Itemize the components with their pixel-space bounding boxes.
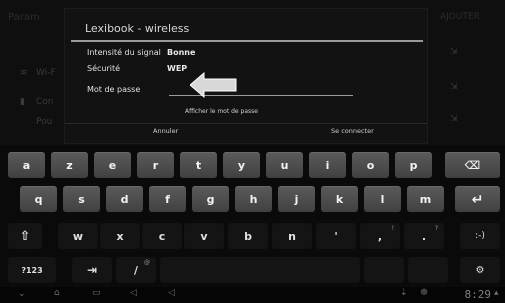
bg-lock-icon-3: ⇲ — [450, 114, 458, 124]
bg-wifi-fragment: AJOUTER — [440, 12, 480, 22]
wifi-icon: ≋ — [20, 68, 28, 78]
key-a[interactable]: a — [8, 152, 45, 178]
key-slash-label: / — [133, 263, 139, 277]
shift-key[interactable]: ⇧ — [8, 223, 42, 249]
security-label: Sécurité — [87, 64, 121, 73]
key-dash-1[interactable] — [364, 257, 404, 283]
key-period-label: . — [421, 229, 427, 243]
key-t[interactable]: t — [180, 152, 217, 178]
navigation-bar: ⌄ ⌂ ▭ ◁ ◁ ⇣ ☸ 8:29 ▴ — [0, 287, 505, 303]
key-period-sub: ? — [434, 225, 438, 232]
bg-item-2: Con — [36, 97, 54, 107]
key-e[interactable]: e — [94, 152, 131, 178]
backspace-key[interactable]: ⌫ — [445, 152, 500, 178]
key-period[interactable]: . ? — [404, 223, 444, 249]
android-icon: ☸ — [420, 288, 429, 298]
soft-keyboard: a z e r t y u i o p ⌫ q s d f g h j k l … — [0, 145, 505, 285]
show-password-checkbox[interactable]: Afficher le mot de passe — [185, 108, 258, 115]
key-k[interactable]: k — [321, 186, 358, 212]
bg-item-3: Pou — [36, 117, 53, 127]
dialog-title: Lexibook - wireless — [85, 22, 190, 35]
key-slash-sub: @ — [144, 259, 150, 266]
password-label: Mot de passe — [87, 85, 141, 94]
button-divider — [65, 123, 427, 124]
key-l[interactable]: l — [364, 186, 401, 212]
bg-item-2-icon: ▮ — [20, 97, 25, 107]
enter-key[interactable]: ↵ — [455, 186, 500, 212]
signal-icon: ▴ — [494, 288, 499, 298]
cancel-button[interactable]: Annuler — [149, 125, 182, 137]
key-o[interactable]: o — [352, 152, 389, 178]
clock: 8:29 — [464, 288, 492, 301]
key-m[interactable]: m — [407, 186, 444, 212]
connect-button[interactable]: Se connecter — [327, 125, 378, 137]
wifi-password-dialog: Lexibook - wireless Intensité du signal … — [64, 8, 428, 144]
key-j[interactable]: j — [278, 186, 315, 212]
key-comma-sub: ! — [391, 225, 394, 232]
bg-wifi-item: Wi-F — [36, 68, 56, 78]
key-b[interactable]: b — [228, 223, 268, 249]
signal-value: Bonne — [167, 48, 196, 57]
bg-title-fragment: Param — [8, 12, 40, 23]
key-v[interactable]: v — [184, 223, 224, 249]
symbols-key[interactable]: ?123 — [8, 257, 56, 283]
back-icon[interactable]: ⌄ — [18, 289, 26, 299]
key-w[interactable]: w — [58, 223, 98, 249]
key-p[interactable]: p — [395, 152, 432, 178]
home-icon[interactable]: ⌂ — [54, 288, 60, 298]
signal-label: Intensité du signal — [87, 48, 161, 57]
usb-icon: ⇣ — [400, 288, 408, 298]
key-dash-2[interactable] — [408, 257, 448, 283]
key-comma-label: , — [377, 229, 383, 243]
key-s[interactable]: s — [63, 186, 100, 212]
key-y[interactable]: y — [223, 152, 260, 178]
key-r[interactable]: r — [137, 152, 174, 178]
key-slash[interactable]: / @ — [116, 257, 156, 283]
key-g[interactable]: g — [192, 186, 229, 212]
bg-lock-icon: ⇲ — [450, 47, 458, 57]
spacebar[interactable] — [160, 257, 360, 283]
key-q[interactable]: q — [20, 186, 57, 212]
key-z[interactable]: z — [51, 152, 88, 178]
key-d[interactable]: d — [106, 186, 143, 212]
key-apostrophe[interactable]: ' — [316, 223, 356, 249]
key-comma[interactable]: , ! — [360, 223, 400, 249]
keyboard-settings-key[interactable]: ⚙ — [460, 257, 500, 283]
smiley-key[interactable]: :-) — [460, 223, 500, 249]
bg-lock-icon-2: ⇲ — [450, 82, 458, 92]
key-n[interactable]: n — [272, 223, 312, 249]
title-divider — [71, 40, 423, 42]
key-i[interactable]: i — [309, 152, 346, 178]
security-value: WEP — [167, 64, 188, 73]
key-f[interactable]: f — [149, 186, 186, 212]
volume-down-icon[interactable]: ◁ — [130, 288, 137, 298]
volume-up-icon[interactable]: ◁ — [168, 288, 175, 298]
key-h[interactable]: h — [235, 186, 272, 212]
recents-icon[interactable]: ▭ — [92, 288, 101, 298]
key-c[interactable]: c — [142, 223, 182, 249]
key-x[interactable]: x — [100, 223, 140, 249]
key-u[interactable]: u — [266, 152, 303, 178]
arrow-left-icon — [190, 72, 237, 98]
tab-key[interactable]: ⇥ — [72, 257, 112, 283]
